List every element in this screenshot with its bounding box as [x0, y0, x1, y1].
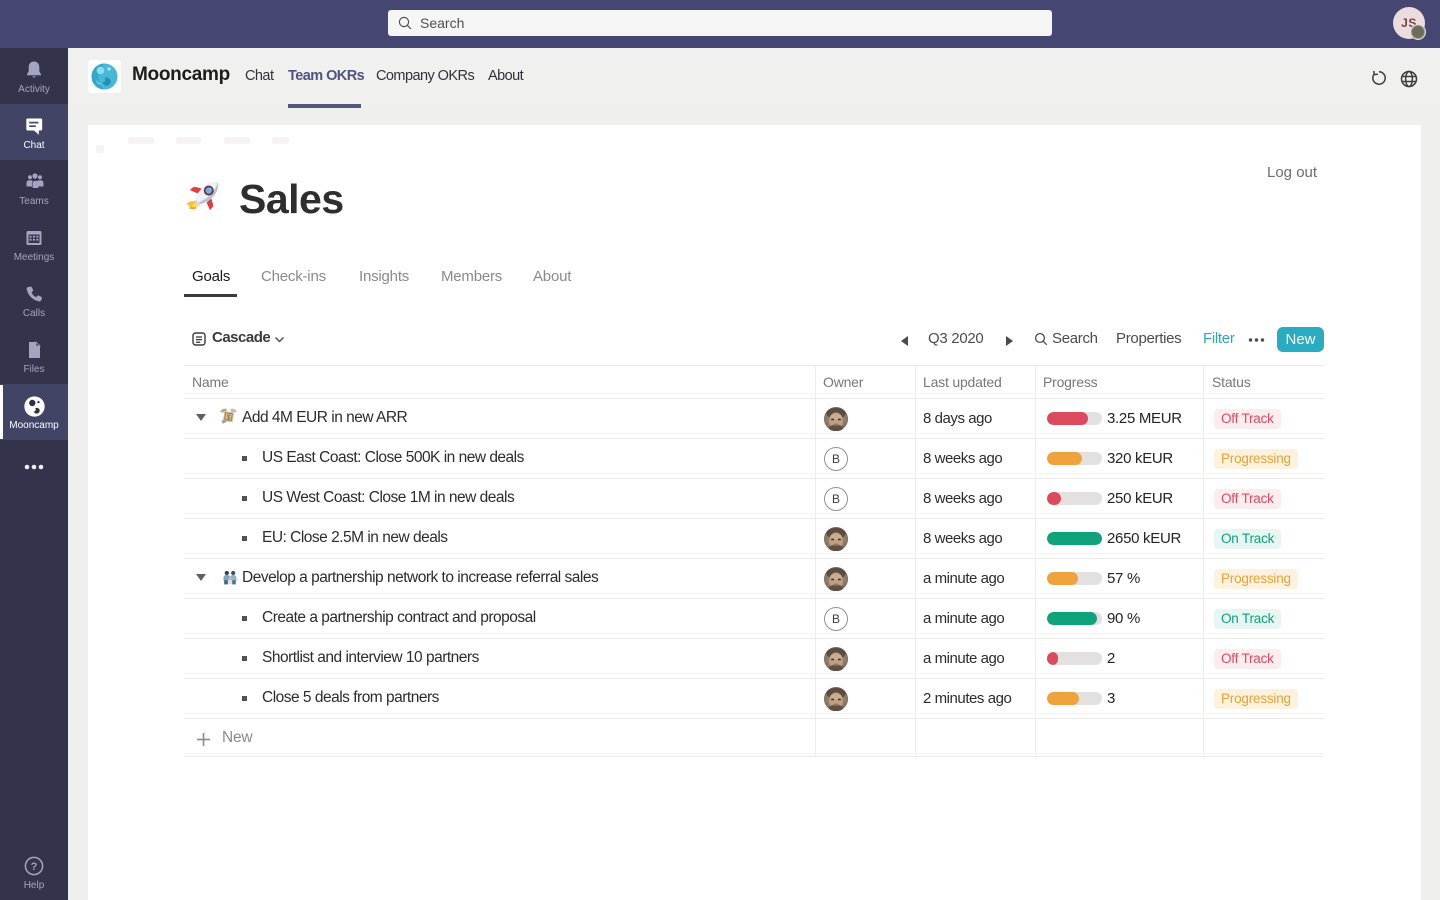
svg-text:?: ?	[31, 861, 38, 873]
